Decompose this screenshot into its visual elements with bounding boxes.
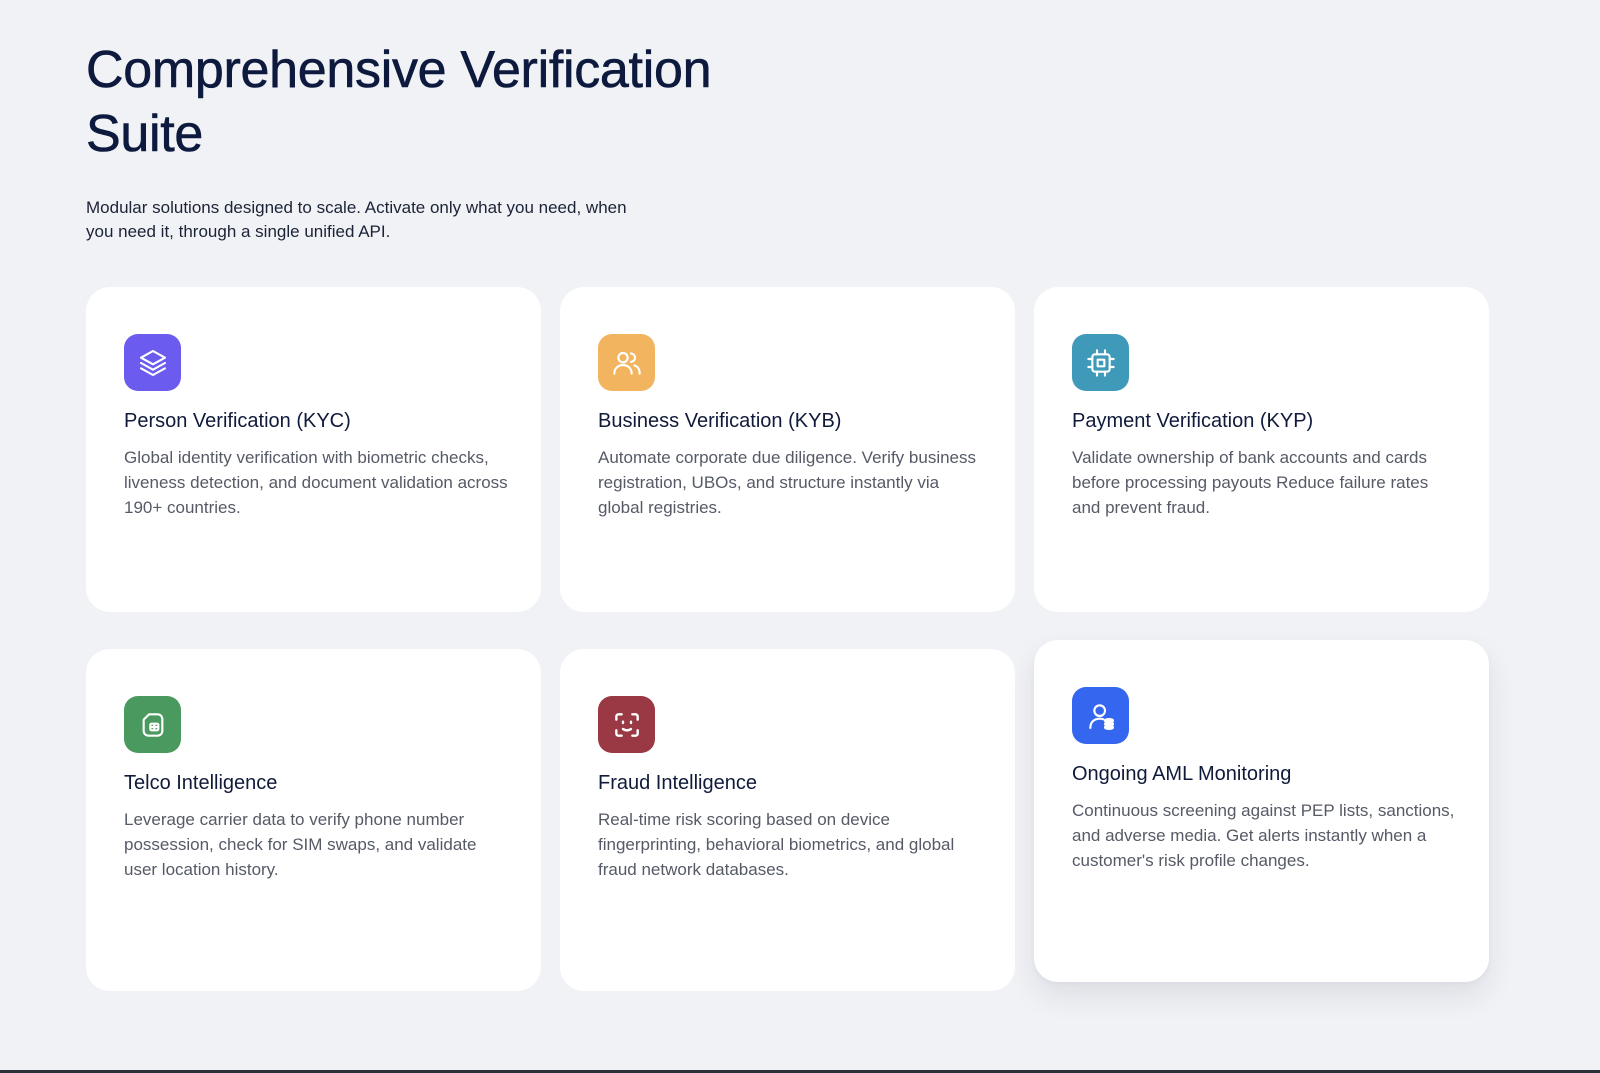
card-description: Global identity verification with biomet… xyxy=(124,448,508,517)
card-person-verification[interactable]: Person Verification (KYC) Global identit… xyxy=(86,287,541,612)
card-description: Continuous screening against PEP lists, … xyxy=(1072,801,1455,870)
card-aml-monitoring[interactable]: Ongoing AML Monitoring Continuous screen… xyxy=(1034,640,1489,982)
card-payment-verification[interactable]: Payment Verification (KYP) Validate owne… xyxy=(1034,287,1489,612)
sim-card-icon xyxy=(124,696,181,753)
card-business-verification[interactable]: Business Verification (KYB) Automate cor… xyxy=(560,287,1015,612)
card-telco-intelligence[interactable]: Telco Intelligence Leverage carrier data… xyxy=(86,649,541,991)
page-subtitle: Modular solutions designed to scale. Act… xyxy=(86,198,627,241)
cpu-icon xyxy=(1072,334,1129,391)
card-description: Automate corporate due diligence. Verify… xyxy=(598,448,977,517)
card-title: Fraud Intelligence xyxy=(598,772,757,794)
face-scan-icon xyxy=(598,696,655,753)
card-title: Business Verification (KYB) xyxy=(598,410,842,432)
users-icon xyxy=(598,334,655,391)
card-title: Telco Intelligence xyxy=(124,772,278,794)
card-title: Payment Verification (KYP) xyxy=(1072,410,1314,432)
layers-icon xyxy=(124,334,181,391)
user-coins-icon xyxy=(1072,687,1129,744)
page-title: Comprehensive Verification Suite xyxy=(86,41,712,164)
card-description: Leverage carrier data to verify phone nu… xyxy=(124,810,477,879)
card-title: Person Verification (KYC) xyxy=(124,410,351,432)
page: Comprehensive Verification Suite Modular… xyxy=(0,0,1600,1073)
card-description: Real-time risk scoring based on device f… xyxy=(598,810,955,879)
card-fraud-intelligence[interactable]: Fraud Intelligence Real-time risk scorin… xyxy=(560,649,1015,991)
card-title: Ongoing AML Monitoring xyxy=(1072,763,1292,785)
card-description: Validate ownership of bank accounts and … xyxy=(1072,448,1429,517)
